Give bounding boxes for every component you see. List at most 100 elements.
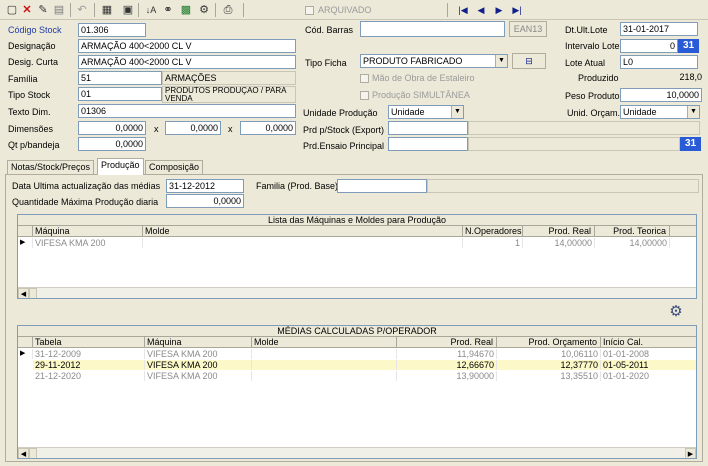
- edit-icon[interactable]: ✎: [35, 2, 51, 18]
- scroll-thumb[interactable]: [29, 448, 37, 458]
- table-cell[interactable]: [252, 349, 397, 359]
- table-cell[interactable]: 1: [463, 238, 523, 248]
- lote-atual-field[interactable]: L0: [620, 55, 698, 69]
- intervalo-lote-field[interactable]: 0: [620, 39, 678, 53]
- table-cell[interactable]: 11,94670: [397, 349, 497, 359]
- table-cell[interactable]: [252, 371, 397, 381]
- sort-icon[interactable]: ↓A: [143, 2, 159, 18]
- table-cell[interactable]: 13,35510: [497, 371, 601, 381]
- tipo-stock-code-field[interactable]: 01: [78, 87, 162, 101]
- scroll-left-icon[interactable]: ◀: [18, 288, 29, 298]
- prd-stock-code-field[interactable]: [388, 121, 468, 135]
- prd-ensaio-code-field[interactable]: [388, 137, 468, 151]
- last-record-icon[interactable]: ▶|: [509, 2, 525, 18]
- unid-orcam-select[interactable]: Unidade ▼: [620, 105, 700, 119]
- box-icon[interactable]: ▣: [120, 2, 136, 18]
- chevron-down-icon[interactable]: ▼: [495, 55, 507, 67]
- chevron-down-icon[interactable]: ▼: [451, 106, 463, 118]
- familia-code-field[interactable]: 51: [78, 71, 162, 85]
- arquivado-checkbox[interactable]: [305, 6, 314, 15]
- table-cell[interactable]: VIFESA KMA 200: [145, 360, 252, 370]
- ean13-button[interactable]: EAN13: [509, 21, 547, 37]
- column-header[interactable]: Máquina: [145, 337, 252, 348]
- calendar-icon[interactable]: 31: [678, 39, 699, 53]
- data-ultima-field[interactable]: 31-12-2012: [166, 179, 244, 193]
- horizontal-scrollbar[interactable]: ◀: [18, 287, 696, 298]
- table-cell[interactable]: 12,66670: [397, 360, 497, 370]
- column-header[interactable]: Tabela: [33, 337, 145, 348]
- texto-dim-field[interactable]: 01306: [78, 104, 296, 118]
- familia-prod-base-field[interactable]: [337, 179, 427, 193]
- table-cell[interactable]: 01-01-2008: [601, 349, 696, 359]
- table-cell[interactable]: 12,37770: [497, 360, 601, 370]
- unidade-producao-select[interactable]: Unidade ▼: [388, 105, 464, 119]
- gear-machine-icon[interactable]: ⚙: [665, 303, 687, 321]
- table-cell[interactable]: 01-05-2011: [601, 360, 696, 370]
- undo-icon[interactable]: ↶: [74, 2, 90, 18]
- column-header[interactable]: Prod. Orçamento: [497, 337, 601, 348]
- table-cell[interactable]: 29-11-2012: [33, 360, 145, 370]
- table-cell[interactable]: [143, 238, 463, 248]
- table-cell[interactable]: 14,00000: [523, 238, 595, 248]
- table-cell[interactable]: 01-01-2020: [601, 371, 696, 381]
- column-header[interactable]: Início Cal.: [601, 337, 696, 348]
- column-header[interactable]: N.Operadores: [463, 226, 523, 237]
- medias-grid[interactable]: MÉDIAS CALCULADAS P/OPERADOR Tabela Máqu…: [17, 325, 697, 459]
- column-header[interactable]: Máquina: [33, 226, 143, 237]
- peso-produto-label: Peso Produto: [565, 91, 620, 101]
- tipo-ficha-select[interactable]: PRODUTO FABRICADO ▼: [360, 54, 508, 68]
- column-header[interactable]: Prod. Real: [523, 226, 595, 237]
- table-cell[interactable]: 13,90000: [397, 371, 497, 381]
- scroll-thumb[interactable]: [29, 288, 37, 298]
- excel-icon[interactable]: ▩: [178, 2, 194, 18]
- calendar-icon[interactable]: 31: [680, 137, 701, 151]
- peso-produto-field[interactable]: 10,0000: [620, 88, 702, 102]
- print-icon[interactable]: ⎙: [220, 2, 236, 18]
- dimension-2-field[interactable]: 0,0000: [165, 121, 221, 135]
- cod-barras-field[interactable]: [360, 21, 505, 37]
- next-record-icon[interactable]: ▶: [491, 2, 507, 18]
- horizontal-scrollbar[interactable]: ◀ ▶: [18, 447, 696, 458]
- codigo-stock-field[interactable]: 01.306: [78, 23, 146, 37]
- first-record-icon[interactable]: |◀: [455, 2, 471, 18]
- dt-ult-lote-field[interactable]: 31-01-2017: [620, 22, 698, 36]
- chevron-down-icon[interactable]: ▼: [687, 106, 699, 118]
- desig-curta-field[interactable]: ARMAÇÃO 400<2000 CL V: [78, 55, 296, 69]
- qt-bandeja-field[interactable]: 0,0000: [78, 137, 146, 151]
- save-icon[interactable]: ▤: [51, 2, 67, 18]
- table-cell[interactable]: VIFESA KMA 200: [145, 349, 252, 359]
- tree-view-button[interactable]: ⊟: [512, 53, 546, 69]
- scroll-left-icon[interactable]: ◀: [18, 448, 29, 458]
- table-cell[interactable]: 14,00000: [595, 238, 670, 248]
- tab-producao[interactable]: Produção: [97, 158, 144, 175]
- unid-orcam-value: Unidade: [623, 107, 657, 117]
- scroll-right-icon[interactable]: ▶: [685, 448, 696, 458]
- column-header[interactable]: Molde: [252, 337, 397, 348]
- column-header[interactable]: Molde: [143, 226, 463, 237]
- designacao-field[interactable]: ARMAÇÃO 400<2000 CL V: [78, 39, 296, 53]
- new-icon[interactable]: ▢: [4, 2, 20, 18]
- table-cell[interactable]: 21-12-2020: [33, 371, 145, 381]
- producao-simultanea-checkbox[interactable]: [360, 91, 369, 100]
- familia-name-field: ARMAÇÕES: [162, 71, 296, 85]
- table-cell[interactable]: 10,06110: [497, 349, 601, 359]
- maquinas-grid[interactable]: Lista das Máquinas e Moldes para Produçã…: [17, 214, 697, 299]
- prev-record-icon[interactable]: ◀: [473, 2, 489, 18]
- dimension-3-field[interactable]: 0,0000: [240, 121, 296, 135]
- table-cell[interactable]: VIFESA KMA 200: [145, 371, 252, 381]
- delete-icon[interactable]: ✕: [19, 2, 35, 18]
- toolbar-separator: [243, 3, 244, 17]
- dimension-1-field[interactable]: 0,0000: [78, 121, 146, 135]
- table-cell[interactable]: [252, 360, 397, 370]
- tab-composicao[interactable]: Composição: [145, 160, 204, 174]
- qtd-max-field[interactable]: 0,0000: [166, 194, 244, 208]
- column-header[interactable]: Prod. Real: [397, 337, 497, 348]
- settings-icon[interactable]: ⚙: [196, 2, 212, 18]
- binoculars-icon[interactable]: ⚭: [160, 2, 176, 18]
- calculator-icon[interactable]: ▦: [99, 2, 115, 18]
- table-cell[interactable]: VIFESA KMA 200: [33, 238, 143, 248]
- mao-obra-checkbox[interactable]: [360, 74, 369, 83]
- table-cell[interactable]: 31-12-2009: [33, 349, 145, 359]
- tab-notas-stock-precos[interactable]: Notas/Stock/Preços: [7, 160, 95, 174]
- column-header[interactable]: Prod. Teorica: [595, 226, 670, 237]
